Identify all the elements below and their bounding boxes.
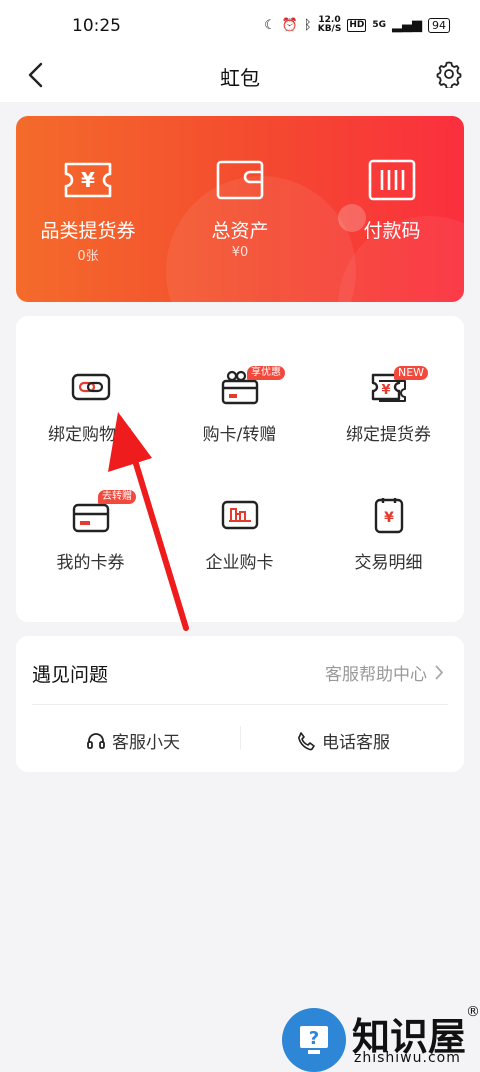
link-card-icon [71, 373, 110, 401]
headset-icon [87, 732, 105, 749]
hero-label: 品类提货券 [40, 220, 136, 242]
enterprise-card-icon [221, 500, 258, 530]
battery-indicator: 94 [428, 17, 450, 33]
svg-text:¥: ¥ [81, 168, 95, 192]
gear-icon [436, 61, 462, 88]
net-speed: 12.0 KB/S [318, 16, 342, 34]
payment-code-entry[interactable]: 付款码 [322, 156, 462, 245]
transaction-details-button[interactable]: ¥ 交易明细 [314, 496, 463, 573]
customer-service-label: 客服小天 [112, 733, 180, 753]
phone-icon [298, 731, 315, 750]
phone-service-label: 电话客服 [322, 733, 390, 753]
new-badge: NEW [394, 366, 429, 380]
grid-label: 购卡/转赠 [202, 425, 277, 445]
status-bar: 10:25 ☾ ⏰ ᛒ 12.0 KB/S HD 5G ▂▄▆ 94 [0, 0, 480, 50]
category-voucher-entry[interactable]: ¥ 品类提货券 0张 [18, 156, 158, 264]
bind-shopping-card-button[interactable]: 绑定购物卡 [16, 368, 165, 445]
page-title: 虹包 [220, 66, 260, 90]
settings-button[interactable] [434, 59, 464, 89]
phone-service-button[interactable]: 电话客服 [296, 728, 390, 753]
grid-label: 绑定购物卡 [48, 425, 133, 445]
voucher-icon: ¥ [64, 162, 112, 198]
nav-bar: 虹包 [0, 50, 480, 102]
my-cards-button[interactable]: 去转赠 我的卡券 [16, 490, 165, 573]
hero-value: ¥0 [231, 245, 249, 260]
help-center-link[interactable]: 客服帮助中心 [325, 660, 444, 685]
moon-icon: ☾ [264, 17, 276, 33]
svg-text:¥: ¥ [384, 510, 394, 526]
bind-voucher-button[interactable]: ¥ NEW 绑定提货券 [314, 366, 463, 445]
function-grid: 绑定购物卡 享优惠 购卡/转赠 ¥ NEW 绑定提货券 去转赠 我的卡券 企业购… [16, 316, 464, 622]
status-time: 10:25 [72, 16, 121, 36]
enterprise-card-button[interactable]: 企业购卡 [165, 496, 314, 573]
watermark-logo: ? [282, 1008, 346, 1072]
divider [240, 726, 241, 750]
total-assets-entry[interactable]: 总资产 ¥0 [170, 156, 310, 260]
asset-banner: ¥ 品类提货券 0张 总资产 ¥0 付款码 [16, 116, 464, 302]
grid-label: 绑定提货券 [346, 425, 431, 445]
status-icons: ☾ ⏰ ᛒ 12.0 KB/S HD 5G ▂▄▆ 94 [264, 16, 450, 34]
barcode-icon [368, 159, 416, 201]
watermark: ? 知识屋 zhishiwu.com ® [280, 1004, 480, 1072]
promo-badge: 享优惠 [247, 366, 285, 380]
buy-transfer-card-button[interactable]: 享优惠 购卡/转赠 [165, 366, 314, 445]
grid-label: 交易明细 [354, 553, 423, 573]
hero-value: 0张 [77, 249, 99, 264]
bluetooth-icon: ᛒ [303, 17, 312, 33]
help-title: 遇见问题 [32, 664, 109, 686]
watermark-reg: ® [466, 1004, 480, 1020]
transfer-badge: 去转赠 [98, 490, 136, 504]
net-speed-unit: KB/S [317, 24, 342, 34]
hd-badge: HD [347, 18, 367, 32]
grid-label: 企业购卡 [205, 553, 274, 573]
hero-label: 付款码 [363, 220, 421, 242]
network-label: 5G [372, 19, 386, 30]
monitor-question-icon: ? [300, 1026, 328, 1054]
chevron-right-icon [435, 665, 444, 680]
svg-text:¥: ¥ [381, 383, 390, 398]
grid-label: 我的卡券 [56, 553, 125, 573]
svg-text:?: ? [309, 1028, 319, 1049]
signal-icon: ▂▄▆ [392, 17, 422, 33]
watermark-domain: zhishiwu.com [354, 1050, 461, 1066]
wallet-icon [216, 160, 264, 200]
help-section: 遇见问题 客服帮助中心 客服小天 电话客服 [16, 636, 464, 772]
customer-service-button[interactable]: 客服小天 [86, 728, 180, 753]
help-center-label: 客服帮助中心 [325, 665, 427, 685]
receipt-icon: ¥ [374, 498, 403, 534]
divider [32, 704, 448, 705]
hero-label: 总资产 [211, 220, 269, 242]
alarm-icon: ⏰ [281, 17, 298, 33]
